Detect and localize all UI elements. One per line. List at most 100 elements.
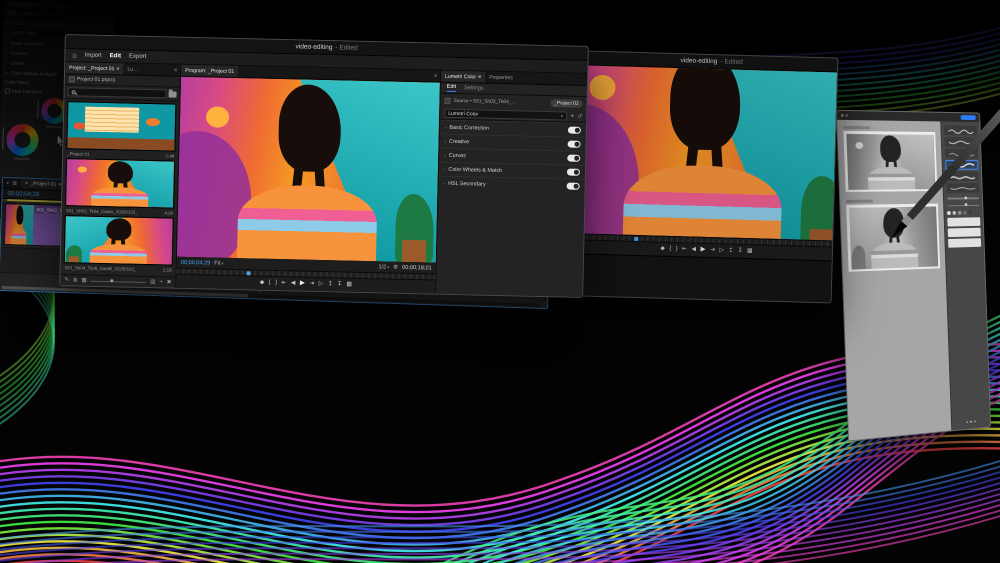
- subtab-edit[interactable]: Edit: [7, 9, 15, 16]
- brush-stroke-thumb[interactable]: [944, 125, 977, 135]
- thumbnail-image: [67, 102, 175, 150]
- subtab-settings[interactable]: Settings: [21, 11, 38, 17]
- swatch[interactable]: [958, 211, 962, 215]
- lumetri-preset-select[interactable]: Lumetri Color ▾: [444, 109, 567, 121]
- extract-icon[interactable]: ↧: [738, 248, 743, 254]
- lift-icon[interactable]: ↥: [728, 248, 733, 254]
- bin-item-thumbnail[interactable]: [65, 158, 175, 208]
- menu-import[interactable]: Import: [85, 53, 102, 59]
- brush-size-slider[interactable]: [947, 197, 978, 199]
- mark-out-icon[interactable]: }: [676, 247, 678, 253]
- storyboard-frame-1[interactable]: [843, 131, 937, 192]
- go-to-out-icon[interactable]: ⇥: [710, 248, 715, 254]
- project-pill-button[interactable]: _Project 01: [550, 99, 582, 108]
- frame-label-bar: [843, 126, 870, 129]
- chevron-down-icon: ▾: [387, 264, 389, 269]
- wheel-label: Shadows: [14, 157, 30, 161]
- playhead-marker[interactable]: [634, 237, 638, 241]
- shadows-color-wheel[interactable]: [6, 123, 39, 156]
- folder-icon[interactable]: [169, 91, 177, 97]
- thumbnail-zoom-slider[interactable]: [91, 280, 147, 282]
- step-forward-icon[interactable]: ▷: [319, 282, 324, 288]
- playhead-marker[interactable]: [246, 271, 250, 275]
- extract-icon[interactable]: ↧: [337, 282, 342, 288]
- tab-lumetri-color[interactable]: Lumetri Color ≡: [4, 0, 45, 10]
- settings-wrench-icon[interactable]: ⚙: [393, 264, 398, 270]
- menu-edit[interactable]: Edit: [110, 53, 121, 59]
- lift-icon[interactable]: ↥: [328, 282, 333, 288]
- toggle-color-wheels[interactable]: [567, 169, 580, 176]
- bin-item-thumbnail[interactable]: [66, 101, 176, 151]
- marker-icon[interactable]: ◆: [660, 246, 665, 252]
- swatch[interactable]: [947, 211, 951, 215]
- brush-stroke-thumb[interactable]: [946, 183, 979, 193]
- sketch-canvas[interactable]: [837, 120, 951, 441]
- reset-icon[interactable]: ↺: [578, 113, 583, 119]
- go-to-in-icon[interactable]: ⇤: [281, 281, 286, 287]
- mark-out-icon[interactable]: }: [275, 281, 277, 287]
- tab-overflow[interactable]: Lu…: [123, 63, 142, 74]
- panel-menu-icon[interactable]: ≡: [37, 2, 40, 7]
- layer-item[interactable]: [948, 238, 981, 248]
- playback-resolution-dropdown[interactable]: 1/2 ▾: [378, 264, 389, 270]
- brush-opacity-slider[interactable]: [948, 204, 979, 206]
- play-icon[interactable]: ▶: [700, 247, 705, 254]
- close-icon[interactable]: ×: [116, 66, 119, 72]
- panel-menu-icon[interactable]: ≡: [478, 74, 481, 80]
- swatch[interactable]: [952, 211, 956, 215]
- project-file-name: Project 01.prproj: [77, 76, 115, 83]
- layer-item[interactable]: [948, 228, 981, 237]
- menu-export[interactable]: Export: [129, 54, 146, 60]
- share-button[interactable]: [961, 115, 976, 120]
- new-item-icon[interactable]: +: [159, 279, 162, 285]
- storyboard-frame-2[interactable]: [846, 204, 940, 272]
- swatch[interactable]: [968, 211, 972, 215]
- program-monitor-video[interactable]: [581, 66, 837, 241]
- subtab-edit[interactable]: Edit: [447, 84, 456, 92]
- compare-icon[interactable]: ✦: [570, 113, 575, 119]
- layer-item[interactable]: [947, 217, 980, 226]
- marker-icon[interactable]: ◆: [260, 280, 265, 286]
- thumbnail-image: [65, 216, 173, 264]
- program-monitor-video[interactable]: [177, 77, 440, 263]
- toggle-hsl-secondary[interactable]: [567, 183, 580, 190]
- swatch[interactable]: [963, 211, 967, 215]
- panel-menu-icon[interactable]: ≡: [431, 70, 440, 81]
- mark-in-icon[interactable]: {: [669, 247, 671, 253]
- close-icon[interactable]: ×: [25, 181, 28, 187]
- mark-in-icon[interactable]: {: [269, 280, 271, 286]
- search-input[interactable]: [68, 87, 167, 98]
- panel-menu-icon[interactable]: ≡: [171, 65, 180, 76]
- toggle-creative[interactable]: [567, 141, 580, 148]
- tab-program[interactable]: Program: _Project 01: [181, 65, 238, 77]
- tab-lumetri-color[interactable]: Lumetri Color ≡: [441, 71, 485, 83]
- export-frame-icon[interactable]: ▦: [747, 249, 753, 255]
- tab-sequence[interactable]: × _Project 01 ≡: [21, 179, 66, 190]
- export-frame-icon[interactable]: ▦: [346, 282, 352, 288]
- step-back-icon[interactable]: ◀: [691, 247, 696, 253]
- section-label: Creative: [11, 51, 28, 57]
- new-bin-icon[interactable]: ▥: [150, 279, 155, 285]
- snap-icon[interactable]: ▦: [12, 180, 17, 186]
- bin-item-thumbnail[interactable]: [64, 215, 174, 265]
- toggle-curves[interactable]: [567, 155, 580, 162]
- toggle-basic-correction[interactable]: [568, 127, 581, 134]
- tab-properties[interactable]: Properties: [485, 72, 517, 84]
- home-icon[interactable]: ⌂: [72, 52, 76, 59]
- tab-properties[interactable]: Properties: [44, 1, 73, 11]
- subtab-settings[interactable]: Settings: [464, 85, 484, 91]
- go-to-out-icon[interactable]: ⇥: [309, 281, 314, 287]
- zoom-level-dropdown[interactable]: Fit ▾: [214, 260, 223, 266]
- pencil-icon[interactable]: ✎: [64, 277, 69, 283]
- play-icon[interactable]: ▶: [300, 281, 305, 288]
- grid-view-icon[interactable]: ▦: [81, 278, 86, 284]
- step-back-icon[interactable]: ◀: [291, 281, 296, 287]
- tab-project[interactable]: Project: _Project 01 ×: [65, 62, 124, 74]
- step-forward-icon[interactable]: ▷: [719, 248, 724, 254]
- list-view-icon[interactable]: ≣: [73, 277, 78, 283]
- face-detection-checkbox[interactable]: [5, 89, 10, 94]
- selection-tool-icon[interactable]: ▸: [7, 180, 10, 186]
- go-to-in-icon[interactable]: ⇤: [682, 247, 687, 253]
- delete-icon[interactable]: ✖: [167, 279, 172, 285]
- video-frame-image: [581, 66, 837, 241]
